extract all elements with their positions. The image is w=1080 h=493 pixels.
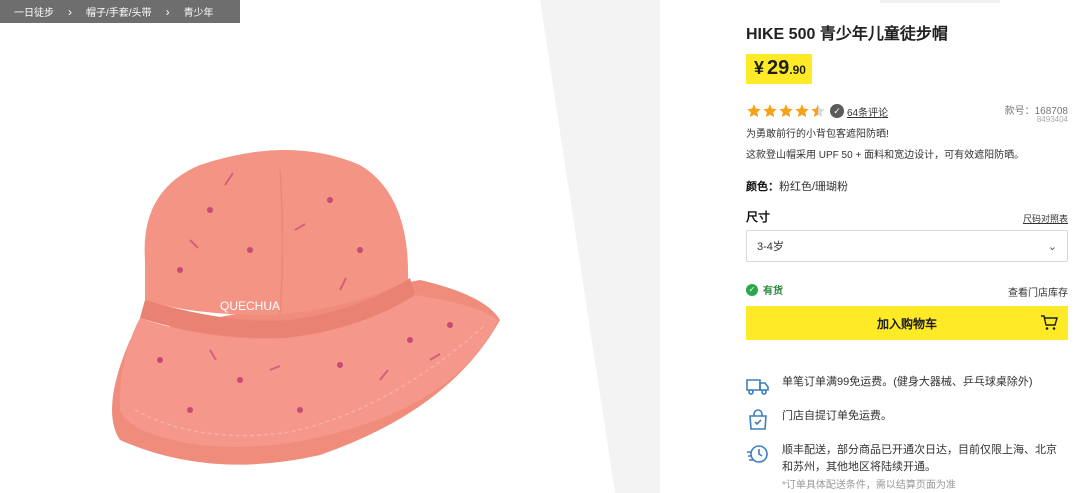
star-full-icon [794,103,810,119]
size-selected-value: 3-4岁 [757,241,784,253]
product-description: 这款登山帽采用 UPF 50 + 面料和宽边设计，可有效遮阳防晒。 [746,150,1025,161]
service-store-pickup: 门店自提订单免运费。 [746,408,1067,432]
service-text: 单笔订单满99免运费。(健身大器械、乒乓球桌除外) [782,376,1033,388]
size-label: 尺寸 [746,210,771,224]
product-hat-image[interactable]: QUECHUA [90,110,520,470]
store-stock-link[interactable]: 查看门店库存 [1008,284,1068,299]
breadcrumb-item-youth[interactable]: 青少年 [184,4,214,19]
service-fast-delivery: 顺丰配送，部分商品已开通次日达，目前仅限上海、北京和苏州，其他地区将陆续开通。 [746,442,1067,476]
delivery-footnote: *订单具体配送条件，需以结算页面为准 [782,480,956,491]
product-info-panel: HIKE 500 青少年儿童徒步帽 ¥ 29 .90 ✓ 64条评论 款号：16… [746,0,1068,493]
verified-check-icon: ✓ [830,104,844,118]
service-free-shipping: 单笔订单满99免运费。(健身大器械、乒乓球桌除外) [746,374,1067,398]
add-to-cart-label: 加入购物车 [876,316,937,331]
in-stock-check-icon: ✓ [746,283,758,296]
product-tagline: 为勇敢前行的小背包客遮阳防晒! [746,129,889,140]
price-tag: ¥ 29 .90 [746,54,812,84]
color-value: 粉红色/珊瑚粉 [779,181,849,193]
store-pickup-icon [749,409,767,430]
service-text: 门店自提订单免运费。 [782,410,892,422]
color-info: 颜色：粉红色/珊瑚粉 [746,178,848,194]
price-currency: ¥ [754,58,765,78]
rating-row: ✓ 64条评论 [746,103,888,119]
star-full-icon [762,103,778,119]
breadcrumb: 一日徒步 › 帽子/手套/头带 › 青少年 [0,0,240,23]
truck-icon [746,379,769,395]
star-half-icon [810,103,826,119]
size-guide-link[interactable]: 尺码对照表 [1023,212,1068,225]
product-title: HIKE 500 青少年儿童徒步帽 [746,26,948,43]
price-decimal: .90 [789,63,806,77]
breadcrumb-item-hats[interactable]: 帽子/手套/头带 [86,4,152,19]
service-text: 顺丰配送，部分商品已开通次日达，目前仅限上海、北京和苏州，其他地区将陆续开通。 [782,444,1057,473]
item-code: 8493404 [1036,115,1068,124]
star-full-icon [778,103,794,119]
price-integer: 29 [767,57,790,79]
breadcrumb-item-hiking[interactable]: 一日徒步 [14,4,54,19]
hat-label: QUECHUA [220,299,280,313]
stock-status-text: 有货 [763,286,783,297]
star-rating [746,103,826,119]
add-to-cart-button[interactable]: 加入购物车 [746,306,1068,340]
color-label: 颜色： [746,181,779,193]
stock-status: ✓ 有货 [746,282,783,297]
cart-icon [1041,315,1058,330]
size-select[interactable]: 3-4岁 ⌄ [746,230,1068,262]
fast-delivery-icon [747,445,768,463]
chevron-down-icon: ⌄ [1047,240,1057,253]
chevron-right-icon: › [68,4,72,19]
star-full-icon [746,103,762,119]
product-image-gallery: 一日徒步 › 帽子/手套/头带 › 青少年 QUECHUA [0,0,660,493]
chevron-right-icon: › [165,4,170,19]
reviews-link[interactable]: 64条评论 [847,104,888,119]
